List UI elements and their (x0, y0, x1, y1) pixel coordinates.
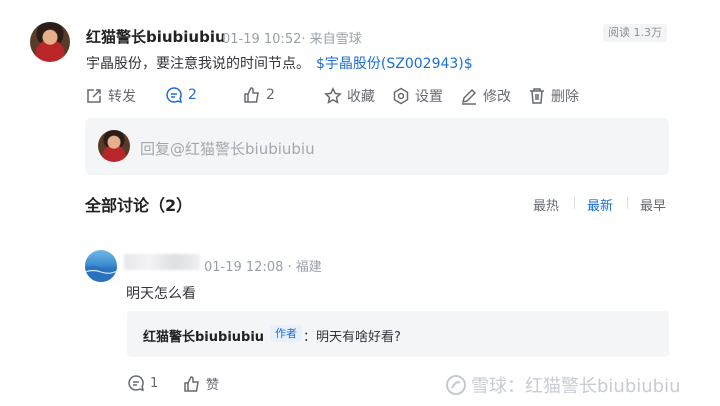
reply-placeholder[interactable]: 回复@红猫警长biubiubiu (140, 138, 315, 159)
post-meta: 01-19 10:52· 来自雪球 (222, 32, 362, 47)
settings-button[interactable]: 设置 (392, 86, 443, 106)
quoted-text: 明天有啥好看? (316, 330, 401, 345)
post-text: 宇晶股份，要注意我说的时间节点。 (86, 56, 310, 72)
watermark-text: 雪球：红猫警长biubiubiu (471, 376, 681, 397)
trash-icon (530, 88, 544, 104)
settings-label: 设置 (415, 89, 443, 105)
read-count-badge: 阅读 1.3万 (603, 24, 667, 42)
favorite-label: 收藏 (347, 89, 375, 105)
author-username[interactable]: 红猫警长biubiubiu (86, 26, 226, 47)
repost-icon (87, 89, 101, 103)
commenter-name-blurred[interactable] (124, 254, 200, 270)
comment-reply-count: 1 (150, 375, 159, 391)
gear-icon (393, 87, 409, 105)
delete-button[interactable]: 删除 (528, 86, 579, 106)
repost-button[interactable]: 转发 (85, 86, 136, 106)
comment-like-button[interactable]: 赞 (183, 374, 219, 393)
comment-reply-button[interactable]: 1 (127, 374, 158, 392)
reply-user-avatar (98, 130, 130, 162)
author-tag: 作者 (270, 325, 302, 342)
comment-count: 2 (188, 87, 197, 103)
author-avatar[interactable] (30, 22, 70, 62)
sea-wave-icon (85, 266, 117, 282)
sort-hot-tab[interactable]: 最热 (533, 195, 559, 214)
commenter-avatar[interactable] (85, 250, 117, 282)
sort-divider (574, 197, 575, 209)
like-count: 2 (266, 87, 275, 103)
post-content: 宇晶股份，要注意我说的时间节点。 $宇晶股份(SZ002943)$ (86, 53, 473, 73)
delete-label: 删除 (551, 89, 579, 105)
comment-icon (166, 87, 183, 104)
edit-button[interactable]: 修改 (460, 86, 511, 106)
thumbs-up-icon (244, 87, 259, 103)
favorite-button[interactable]: 收藏 (324, 86, 375, 106)
comment-text: 明天怎么看 (126, 286, 196, 302)
discussion-title: 全部讨论（2） (85, 196, 193, 215)
watermark: 雪球：红猫警长biubiubiu (445, 372, 681, 398)
sort-divider (627, 197, 628, 209)
thumbs-up-icon (184, 375, 199, 392)
comment-like-label: 赞 (206, 378, 220, 393)
comment-meta: 01-19 12:08 · 福建 (204, 260, 322, 275)
like-button[interactable]: 2 (243, 86, 275, 104)
sort-newest-tab[interactable]: 最新 (587, 195, 613, 214)
star-icon (324, 87, 342, 104)
comment-icon (128, 375, 145, 392)
pencil-icon (461, 88, 477, 105)
quoted-username[interactable]: 红猫警长biubiubiu (143, 326, 264, 345)
stock-link[interactable]: $宇晶股份(SZ002943)$ (316, 56, 473, 72)
quote-colon: ： (303, 330, 317, 345)
edit-label: 修改 (483, 89, 511, 105)
comment-button[interactable]: 2 (165, 86, 197, 104)
repost-label: 转发 (108, 89, 136, 105)
sort-earliest-tab[interactable]: 最早 (640, 195, 666, 214)
snowball-logo-icon (446, 375, 466, 395)
